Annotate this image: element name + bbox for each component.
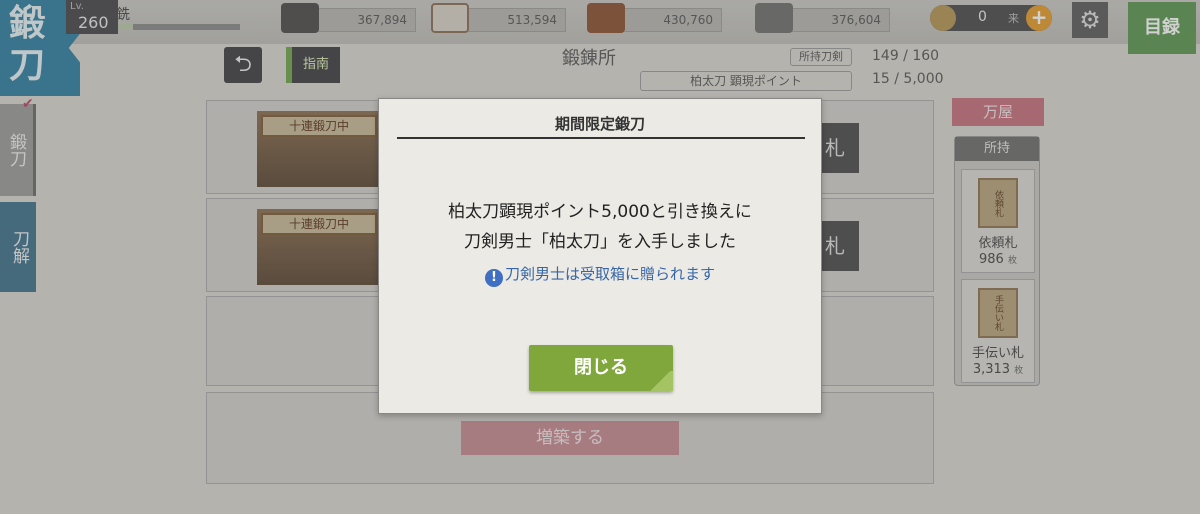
dialog-note-text: 刀剣男士は受取箱に贈られます xyxy=(504,265,715,283)
close-button[interactable]: 閉じる xyxy=(529,345,673,391)
limited-forge-dialog: 期間限定鍛刀 柏太刀顕現ポイント5,000と引き換えに 刀剣男士「柏太刀」を入手… xyxy=(378,98,822,414)
dialog-message-line-2: 刀剣男士「柏太刀」を入手しました xyxy=(464,232,736,252)
dialog-note: ! 刀剣男士は受取箱に贈られます xyxy=(379,263,821,287)
info-icon: ! xyxy=(484,269,503,287)
dialog-message-line-1: 柏太刀顕現ポイント5,000と引き換えに xyxy=(448,202,752,222)
dialog-title: 期間限定鍛刀 xyxy=(554,115,645,133)
dialog-divider xyxy=(397,137,805,139)
